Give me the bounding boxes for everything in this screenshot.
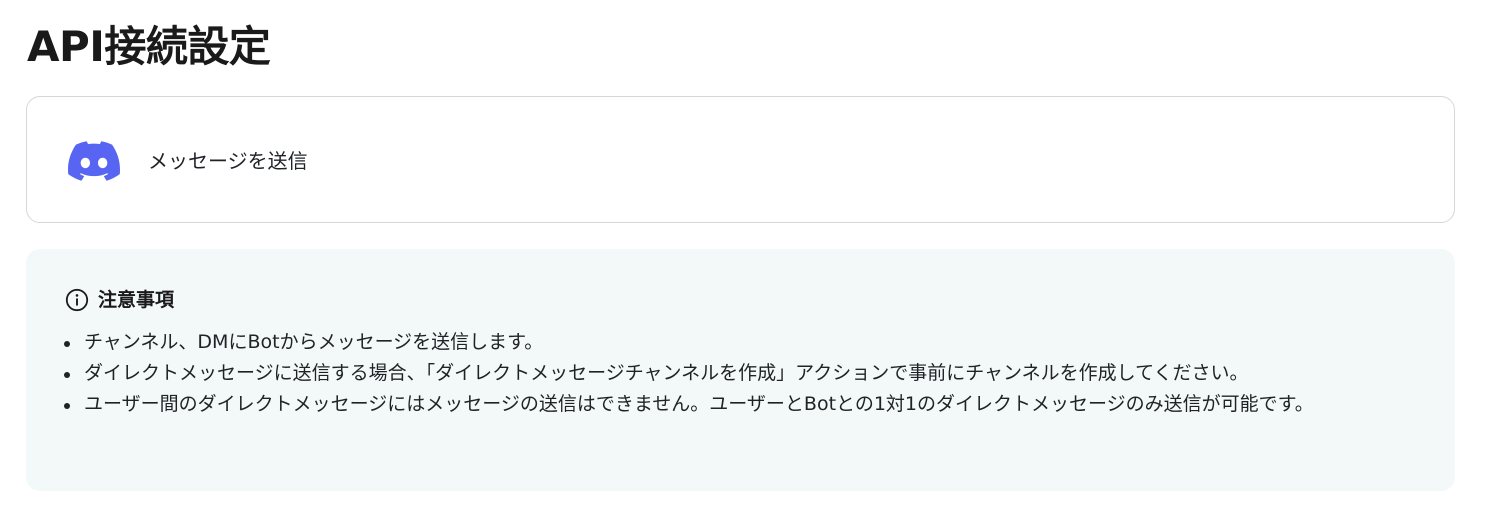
notice-box: 注意事項 チャンネル、DMにBotからメッセージを送信します。 ダイレクトメッセ… [26,249,1455,491]
page-title: API接続設定 [27,22,271,71]
discord-icon [68,141,120,181]
notice-header: 注意事項 [65,287,174,313]
send-message-action-card[interactable]: メッセージを送信 [26,96,1455,223]
notice-item: ダイレクトメッセージに送信する場合、「ダイレクトメッセージチャンネルを作成」アク… [64,358,1424,389]
api-connection-settings-page: API接続設定 メッセージを送信 注意事項 チャンネル、DMにBotからメッセー… [0,0,1486,516]
notice-list: チャンネル、DMにBotからメッセージを送信します。 ダイレクトメッセージに送信… [62,327,1424,420]
notice-title: 注意事項 [98,289,175,311]
info-icon [65,288,89,312]
notice-item: ユーザー間のダイレクトメッセージにはメッセージの送信はできません。ユーザーとBo… [64,389,1424,420]
notice-item: チャンネル、DMにBotからメッセージを送信します。 [64,327,1424,358]
send-message-label: メッセージを送信 [148,149,308,173]
